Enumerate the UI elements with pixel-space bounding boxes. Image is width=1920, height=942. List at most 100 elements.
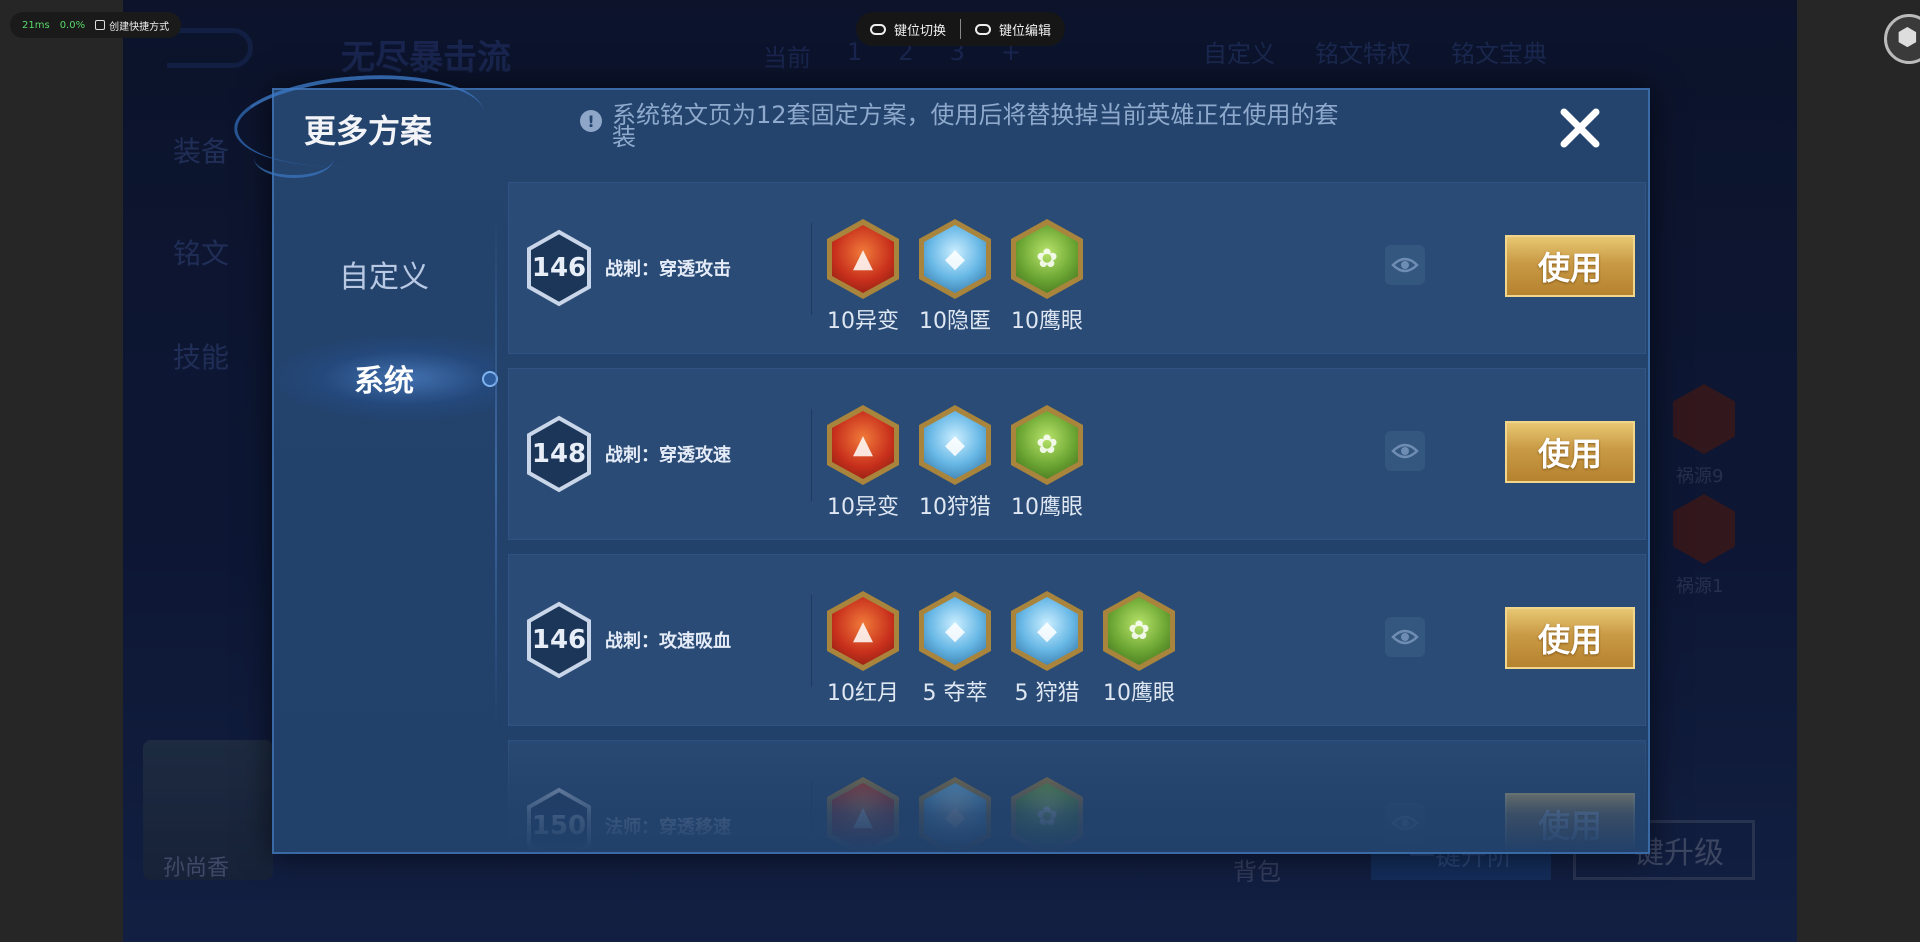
use-preset-button[interactable]: 使用 xyxy=(1505,421,1635,483)
dialog-title: 更多方案 xyxy=(304,112,433,150)
emulator-settings-button[interactable] xyxy=(1884,14,1920,64)
mutation-rune-icon[interactable]: ▲ xyxy=(827,405,899,485)
create-shortcut-label: 创建快捷方式 xyxy=(109,21,170,33)
rune-count-label: 10鹰眼 xyxy=(1103,681,1175,706)
rune-group: ▲ 10红月 xyxy=(827,591,899,707)
rune-group: ✿ 10鹰眼 xyxy=(1011,405,1083,521)
keymap-edit-button[interactable]: 键位编辑 xyxy=(975,20,1051,39)
preset-name: 战刺：穿透攻击 xyxy=(605,259,731,280)
row-divider xyxy=(811,223,812,315)
preset-row: 150 法师：穿透移速 ▲ ◆ ✿ 使用 xyxy=(508,740,1646,852)
eye-icon xyxy=(1391,443,1419,459)
create-shortcut-button[interactable]: 创建快捷方式 xyxy=(95,18,169,33)
rune-count-label: 10隐匿 xyxy=(919,309,991,334)
rune-count-label: 10红月 xyxy=(827,681,899,706)
row-divider xyxy=(811,781,812,852)
toolbar-divider xyxy=(960,19,962,39)
hunt-rune-icon[interactable]: ◆ xyxy=(919,405,991,485)
keymap-switch-label: 键位切换 xyxy=(894,23,947,39)
tab-system-label: 系统 xyxy=(354,364,414,399)
notice-text: 系统铭文页为12套固定方案，使用后将替换掉当前英雄正在使用的套装 xyxy=(612,101,1339,151)
eye-icon xyxy=(1391,629,1419,645)
rune-level-badge: 146 xyxy=(525,601,593,679)
hawkeye-rune-icon[interactable]: ✿ xyxy=(1011,405,1083,485)
rune-level-badge: 148 xyxy=(525,415,593,493)
performance-indicator: 21ms 0.0% 创建快捷方式 xyxy=(10,12,182,38)
plunder-rune-icon[interactable]: ◆ xyxy=(919,591,991,671)
rune-group: ▲ xyxy=(827,777,899,852)
tab-custom-label: 自定义 xyxy=(339,260,429,295)
rune-level-badge: 146 xyxy=(525,229,593,307)
rune-count-label: 10异变 xyxy=(827,309,899,334)
row-divider xyxy=(811,409,812,501)
emulator-screen: 21ms 0.0% 创建快捷方式 键位切换 键位编辑 无尽暴击流 当前 1 2 … xyxy=(0,0,1920,942)
rune-combo: ▲ 10红月 ◆ 5 夺萃 ◆ 5 狩猎 ✿ 10鹰眼 xyxy=(827,591,1175,707)
rune-level-value: 146 xyxy=(531,253,587,283)
preset-name: 法师：穿透移速 xyxy=(605,817,731,838)
rune-group: ✿ 10鹰眼 xyxy=(1103,591,1175,707)
rune-count-label: 10鹰眼 xyxy=(1011,309,1083,334)
rune-group: ✿ xyxy=(1011,777,1083,852)
rune-level-value: 150 xyxy=(531,811,587,841)
preview-button[interactable] xyxy=(1385,803,1425,843)
preset-row: 146 战刺：穿透攻击 ▲ 10异变 ◆ 10隐匿 ✿ 10鹰眼 使用 xyxy=(508,182,1646,354)
rune-group: ◆ 5 狩猎 xyxy=(1011,591,1083,707)
preview-button[interactable] xyxy=(1385,431,1425,471)
mutation-rune-icon[interactable]: ▲ xyxy=(827,219,899,299)
rune-count-label: 10异变 xyxy=(827,495,899,520)
rune-level-value: 146 xyxy=(531,625,587,655)
close-button[interactable] xyxy=(1552,100,1608,156)
stealth-rune-icon[interactable]: ◆ xyxy=(919,219,991,299)
tab-custom[interactable]: 自定义 xyxy=(274,232,494,316)
red-rune-icon[interactable]: ▲ xyxy=(827,777,899,852)
rune-combo: ▲ 10异变 ◆ 10狩猎 ✿ 10鹰眼 xyxy=(827,405,1083,521)
rune-count-label: 10狩猎 xyxy=(919,495,991,520)
preview-button[interactable] xyxy=(1385,617,1425,657)
preset-category-nav: 自定义 系统 xyxy=(274,172,498,852)
preset-name: 战刺：攻速吸血 xyxy=(605,631,731,652)
rune-group: ◆ xyxy=(919,777,991,852)
green-rune-icon[interactable]: ✿ xyxy=(1011,777,1083,852)
close-icon xyxy=(1560,108,1600,148)
preset-row: 146 战刺：攻速吸血 ▲ 10红月 ◆ 5 夺萃 ◆ 5 狩猎 ✿ 10鹰眼 … xyxy=(508,554,1646,726)
hawkeye-rune-icon[interactable]: ✿ xyxy=(1103,591,1175,671)
preset-list[interactable]: 146 战刺：穿透攻击 ▲ 10异变 ◆ 10隐匿 ✿ 10鹰眼 使用 148 … xyxy=(508,182,1646,852)
rune-count-label: 5 夺萃 xyxy=(922,681,988,706)
tab-system[interactable]: 系统 xyxy=(274,336,498,420)
rune-count-label: 10鹰眼 xyxy=(1011,495,1083,520)
blue-rune-icon[interactable]: ◆ xyxy=(919,777,991,852)
rune-level-badge: 150 xyxy=(525,787,593,852)
row-divider xyxy=(811,595,812,687)
rune-combo: ▲ ◆ ✿ xyxy=(827,777,1083,852)
rune-group: ▲ 10异变 xyxy=(827,405,899,521)
more-presets-dialog: 更多方案 ! 系统铭文页为12套固定方案，使用后将替换掉当前英雄正在使用的套装 … xyxy=(231,67,1650,854)
keymap-switch-button[interactable]: 键位切换 xyxy=(870,20,946,39)
hunt-rune-icon[interactable]: ◆ xyxy=(1011,591,1083,671)
rune-group: ◆ 5 夺萃 xyxy=(919,591,991,707)
hawkeye-rune-icon[interactable]: ✿ xyxy=(1011,219,1083,299)
rune-group: ✿ 10鹰眼 xyxy=(1011,219,1083,335)
keymap-toolbar: 键位切换 键位编辑 xyxy=(856,12,1066,46)
use-preset-button[interactable]: 使用 xyxy=(1505,607,1635,669)
info-icon: ! xyxy=(580,110,602,132)
red-moon-rune-icon[interactable]: ▲ xyxy=(827,591,899,671)
preset-name: 战刺：穿透攻速 xyxy=(605,445,731,466)
keymap-edit-label: 键位编辑 xyxy=(999,23,1052,39)
gamepad-icon xyxy=(870,23,886,35)
rune-group: ◆ 10隐匿 xyxy=(919,219,991,335)
packet-loss-text: 0.0% xyxy=(59,19,86,31)
use-preset-button[interactable]: 使用 xyxy=(1505,235,1635,297)
rune-combo: ▲ 10异变 ◆ 10隐匿 ✿ 10鹰眼 xyxy=(827,219,1083,335)
eye-icon xyxy=(1391,815,1419,831)
use-preset-button[interactable]: 使用 xyxy=(1505,793,1635,852)
rune-level-value: 148 xyxy=(531,439,587,469)
nav-divider xyxy=(495,212,497,732)
rune-group: ▲ 10异变 xyxy=(827,219,899,335)
shortcut-icon xyxy=(95,20,106,30)
dialog-notice: ! 系统铭文页为12套固定方案，使用后将替换掉当前英雄正在使用的套装 xyxy=(580,101,1340,151)
gamepad-icon xyxy=(975,23,992,35)
preview-button[interactable] xyxy=(1385,245,1425,285)
latency-text: 21ms xyxy=(22,19,50,31)
preset-row: 148 战刺：穿透攻速 ▲ 10异变 ◆ 10狩猎 ✿ 10鹰眼 使用 xyxy=(508,368,1646,540)
eye-icon xyxy=(1391,257,1419,273)
